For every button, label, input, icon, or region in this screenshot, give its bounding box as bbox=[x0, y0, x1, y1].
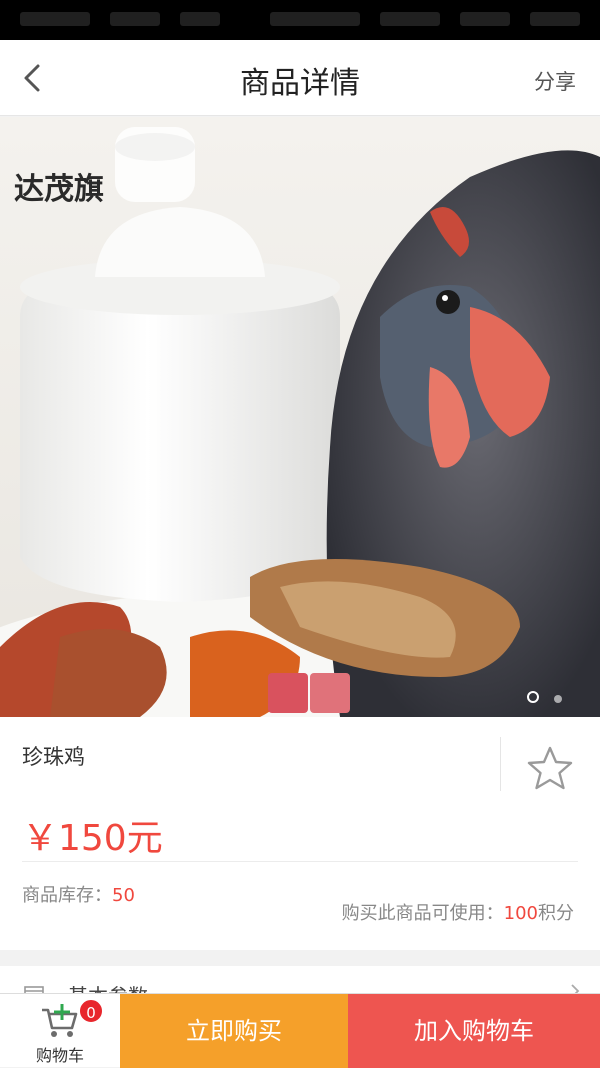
star-outline-icon bbox=[527, 746, 573, 790]
product-photo: 达茂旗 bbox=[0, 117, 600, 717]
page-title: 商品详情 bbox=[240, 66, 360, 101]
carousel-dot-active[interactable] bbox=[526, 691, 539, 703]
favorite-button[interactable] bbox=[524, 743, 576, 795]
divider bbox=[22, 861, 578, 862]
stock-info: 商品库存：50 bbox=[22, 881, 135, 907]
carousel-indicator bbox=[517, 688, 562, 707]
divider bbox=[500, 737, 501, 791]
points-suffix: 积分 bbox=[538, 903, 574, 924]
cart-count-badge: 0 bbox=[78, 998, 104, 1024]
navigation-bar: 商品详情 分享 bbox=[0, 40, 600, 116]
stock-label: 商品库存： bbox=[22, 885, 112, 906]
buy-now-button[interactable]: 立即购买 bbox=[120, 994, 348, 1068]
svg-text:达茂旗: 达茂旗 bbox=[14, 172, 104, 207]
add-to-cart-button[interactable]: 加入购物车 bbox=[348, 994, 600, 1068]
points-info: 购买此商品可使用：100积分 bbox=[342, 899, 574, 925]
product-name: 珍珠鸡 bbox=[22, 745, 85, 769]
points-value: 100 bbox=[503, 903, 538, 924]
status-bar bbox=[0, 0, 600, 40]
cart-icon bbox=[42, 1004, 78, 1037]
status-bar-icons bbox=[0, 12, 600, 28]
cart-button[interactable]: 0 购物车 bbox=[0, 994, 120, 1068]
product-image-carousel[interactable]: 达茂旗 bbox=[0, 117, 600, 717]
share-button[interactable]: 分享 bbox=[534, 66, 576, 96]
cart-label: 购物车 bbox=[35, 1046, 84, 1065]
stock-value: 50 bbox=[112, 885, 135, 906]
carousel-dot[interactable] bbox=[554, 695, 562, 703]
points-prefix: 购买此商品可使用： bbox=[341, 903, 504, 924]
bottom-action-bar: 0 购物车 立即购买 加入购物车 bbox=[0, 993, 600, 1068]
product-info-panel: 珍珠鸡 ￥150元 商品库存：50 购买此商品可使用：100积分 bbox=[0, 717, 600, 950]
product-price: ￥150元 bbox=[22, 818, 163, 859]
